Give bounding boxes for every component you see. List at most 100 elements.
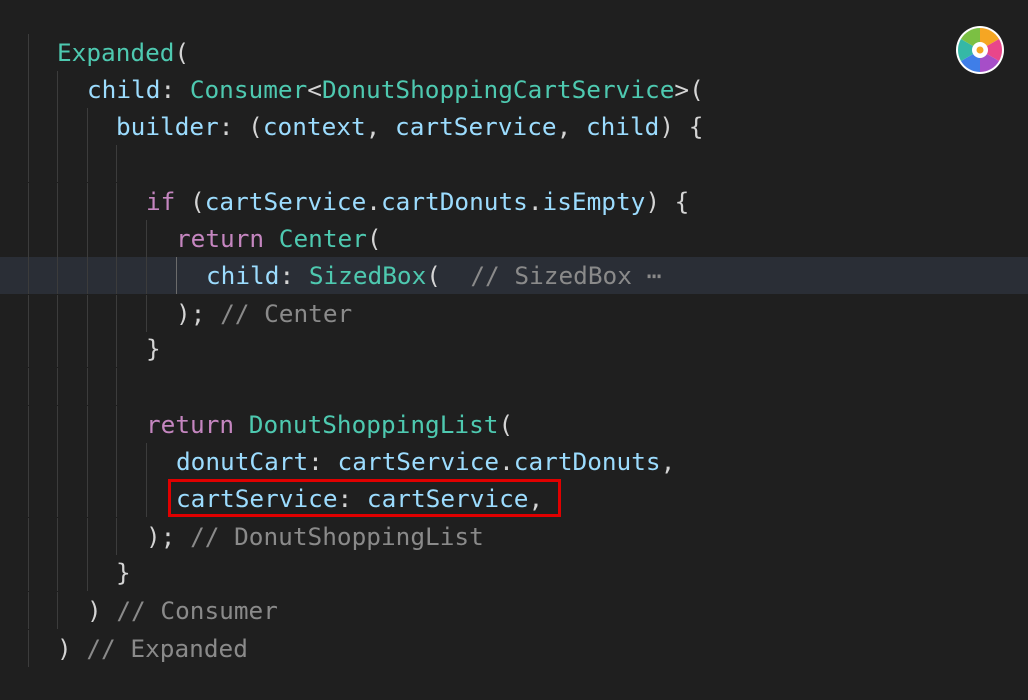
indent-guide [87, 518, 88, 555]
code-token: Consumer [189, 75, 308, 104]
code-token: : [160, 75, 190, 104]
code-line-3[interactable]: builder: (context, cartService, child) { [0, 108, 1028, 145]
code-text: child: Consumer<DonutShoppingCartService… [87, 71, 704, 108]
code-line-14[interactable]: ); // DonutShoppingList [0, 518, 1028, 555]
code-token: donutCart [176, 447, 309, 476]
code-token: } [116, 558, 131, 587]
code-text: ); // Center [176, 295, 352, 332]
indent-guide [116, 443, 117, 480]
code-token: child [87, 75, 161, 104]
indent-guide [87, 330, 88, 367]
code-token: . [499, 447, 514, 476]
color-wheel-icon-svg [956, 26, 1004, 74]
indent-guide [57, 71, 58, 108]
indent-guide [28, 630, 29, 667]
code-line-2[interactable]: child: Consumer<DonutShoppingCartService… [0, 71, 1028, 108]
code-token: < [307, 75, 322, 104]
indent-guide [116, 220, 117, 257]
code-line-5[interactable]: if (cartService.cartDonuts.isEmpty) { [0, 183, 1028, 220]
code-token: ( [174, 38, 190, 67]
code-token: cartDonuts [513, 447, 661, 476]
indent-guide [116, 257, 117, 294]
indent-guide [87, 443, 88, 480]
code-token: // Consumer [116, 596, 278, 625]
indent-guide [146, 257, 147, 294]
indent-guide [146, 443, 147, 480]
color-wheel-icon[interactable] [955, 25, 1005, 75]
indent-guide-active [176, 257, 177, 294]
highlight-annotation-box [168, 479, 561, 517]
code-token: child [206, 261, 280, 290]
code-line-12[interactable]: donutCart: cartService.cartDonuts, [0, 443, 1028, 480]
indent-guide [57, 330, 58, 367]
code-text: child: SizedBox( // SizedBox ⋯ [206, 257, 661, 294]
indent-guide [28, 518, 29, 555]
code-token: , [660, 447, 676, 476]
indent-guide [87, 480, 88, 517]
code-line-6[interactable]: return Center( [0, 220, 1028, 257]
indent-guide [57, 554, 58, 591]
indent-guide [28, 71, 29, 108]
code-line-1[interactable]: Expanded( [0, 34, 1028, 71]
indent-guide [87, 257, 88, 294]
code-token: return [146, 410, 235, 439]
code-token: cartDonuts [380, 187, 528, 216]
code-token: , [556, 112, 586, 141]
indent-guide [116, 368, 117, 405]
code-token: // Expanded [86, 634, 248, 663]
code-editor[interactable]: Expanded( child: Consumer<DonutShoppingC… [0, 0, 1028, 700]
indent-guide [57, 295, 58, 332]
indent-guide [57, 220, 58, 257]
code-token: cartService [337, 447, 500, 476]
code-text: builder: (context, cartService, child) { [116, 108, 703, 145]
indent-guide [28, 108, 29, 145]
indent-guide [116, 330, 117, 367]
indent-guide [87, 145, 88, 182]
code-line-4[interactable] [0, 145, 1028, 182]
code-token: DonutShoppingCartService [321, 75, 675, 104]
indent-guide [87, 554, 88, 591]
code-token: cartService [204, 187, 367, 216]
code-token: ) { [645, 187, 690, 216]
code-text: return DonutShoppingList( [146, 406, 513, 443]
code-text: } [116, 554, 131, 591]
code-token: SizedBox [308, 261, 427, 290]
indent-guide [146, 480, 147, 517]
code-token: child [585, 112, 660, 141]
code-token: ) [87, 596, 117, 625]
code-line-17[interactable]: ) // Expanded [0, 630, 1028, 667]
code-token: ( [366, 224, 382, 253]
indent-guide [146, 295, 147, 332]
code-token: Expanded [57, 38, 175, 67]
code-line-9[interactable]: } [0, 330, 1028, 367]
code-line-7-current[interactable]: child: SizedBox( // SizedBox ⋯ [0, 257, 1028, 294]
indent-guide [57, 518, 58, 555]
indent-guide [87, 406, 88, 443]
code-line-15[interactable]: } [0, 554, 1028, 591]
code-line-10[interactable] [0, 368, 1028, 405]
code-token: cartService [395, 112, 557, 141]
indent-guide [116, 295, 117, 332]
indent-guide [57, 183, 58, 220]
indent-guide [116, 406, 117, 443]
indent-guide [28, 145, 29, 182]
code-token: context [262, 112, 366, 141]
code-token: ( [498, 410, 514, 439]
code-token: . [527, 187, 543, 216]
code-token: if [146, 187, 176, 216]
code-line-11[interactable]: return DonutShoppingList( [0, 406, 1028, 443]
code-text: ) // Expanded [57, 630, 248, 667]
code-line-16[interactable]: ) // Consumer [0, 592, 1028, 629]
code-token: DonutShoppingList [248, 410, 499, 439]
indent-guide [116, 518, 117, 555]
indent-guide [28, 554, 29, 591]
code-token: ); [146, 522, 191, 551]
indent-guide [28, 183, 29, 220]
indent-guide [57, 443, 58, 480]
indent-guide [28, 330, 29, 367]
code-line-8[interactable]: ); // Center [0, 295, 1028, 332]
indent-guide [116, 145, 117, 182]
code-token: // DonutShoppingList [190, 522, 484, 551]
code-token: ( [426, 261, 471, 290]
